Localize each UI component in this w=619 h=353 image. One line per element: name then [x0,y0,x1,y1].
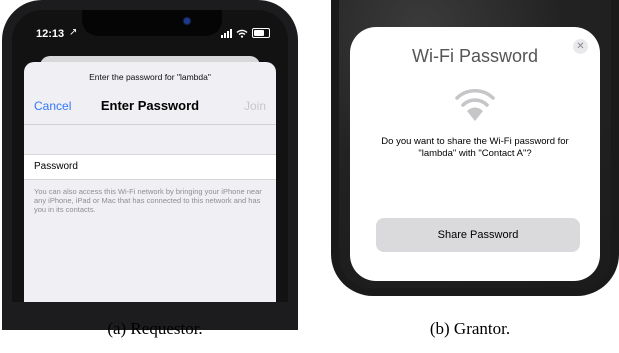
status-icons [221,28,270,38]
password-field[interactable]: Password [24,154,276,180]
caption-grantor: (b) Grantor. [429,319,511,338]
caption-requestor: (a) Requestor. [107,319,203,338]
wifi-share-dialog: ✕ Wi-Fi Password Do you want to share th… [350,27,600,281]
requestor-screen: 12:13 ↗ Enter the password for "lambda" … [12,10,288,302]
share-password-button[interactable]: Share Password [376,218,580,252]
camera-dot [184,18,190,24]
notch [82,10,222,36]
requestor-phone: 12:13 ↗ Enter the password for "lambda" … [0,0,298,330]
footer-hint: You can also access this Wi-Fi network b… [34,187,262,214]
wifi-icon [236,29,248,38]
dialog-message: Do you want to share the Wi-Fi password … [381,136,569,159]
status-bar: 12:13 ↗ [12,10,288,56]
wifi-icon [455,88,495,121]
divider [24,124,276,125]
enter-password-sheet: Enter the password for "lambda" Cancel E… [24,62,276,302]
sheet-title: Enter Password [100,98,200,113]
battery-icon [252,28,270,38]
status-time: 12:13 [36,28,65,40]
sheet-prompt: Enter the password for "lambda" [89,72,211,82]
grantor-screen: ✕ Wi-Fi Password Do you want to share th… [339,0,611,288]
dialog-title: Wi-Fi Password [411,46,538,66]
signal-bars-icon [221,28,232,38]
password-label: Password [34,161,78,172]
location-arrow-icon: ↗ [69,27,78,38]
join-button[interactable]: Join [244,99,266,113]
